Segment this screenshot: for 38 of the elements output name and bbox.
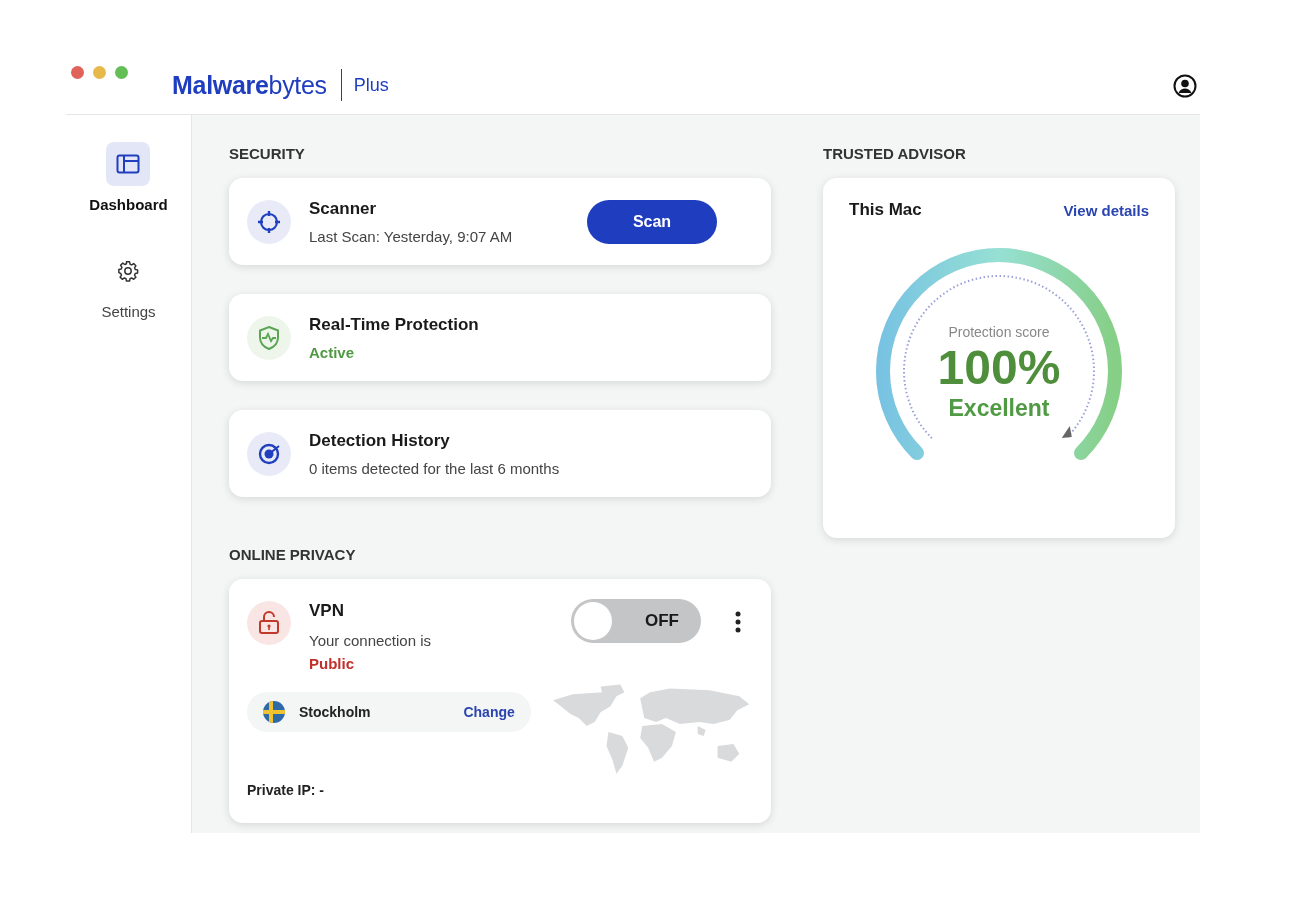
vpn-toggle[interactable]: OFF [571, 599, 701, 643]
scan-button[interactable]: Scan [587, 199, 717, 244]
shield-pulse-icon [257, 324, 281, 351]
section-heading: TRUSTED ADVISOR [823, 145, 967, 162]
score-rating: Excellent [948, 394, 1050, 422]
brand-logo: Malwarebytes [172, 70, 327, 100]
pointer-icon [1061, 426, 1072, 439]
card-detail: Last Scan: Yesterday, 9:07 AM [309, 227, 514, 245]
sidebar-label: Settings [101, 303, 156, 320]
status-text: Active [309, 343, 356, 361]
card-title: Detection History [309, 430, 451, 451]
change-link[interactable]: Change [463, 704, 515, 720]
location-name: Stockholm [299, 704, 372, 720]
crosshair-icon [257, 209, 281, 234]
settings-icon [117, 260, 140, 282]
sidebar-tab[interactable] [106, 142, 151, 186]
section-heading: SECURITY [229, 145, 306, 162]
device-name: This Mac [849, 200, 922, 220]
card-title: Real-Time Protection [309, 314, 480, 335]
radar-icon [257, 441, 281, 466]
more-options-icon[interactable] [735, 611, 741, 633]
card-detail: 0 items detected for the last 6 months [309, 459, 561, 477]
score-value: 100% [937, 342, 1061, 395]
sweden-flag-icon [263, 701, 285, 723]
dashboard-icon [116, 154, 141, 174]
plan-name: Plus [353, 74, 389, 96]
card-title: VPN [309, 601, 345, 621]
view-details-link[interactable]: View details [1063, 201, 1149, 219]
card-title: Scanner [309, 198, 378, 219]
close-window-button[interactable] [71, 66, 84, 79]
card-detail: Your connection is [309, 632, 433, 649]
sidebar-label: Dashboard [89, 196, 168, 213]
unlocked-padlock-icon [258, 611, 280, 635]
status-text: Public [309, 655, 355, 672]
account-icon[interactable] [1173, 74, 1197, 98]
private-ip-text: Private IP: - [247, 782, 325, 798]
section-heading: ONLINE PRIVACY [229, 546, 357, 563]
gauge-caption: Protection score [948, 324, 1050, 340]
